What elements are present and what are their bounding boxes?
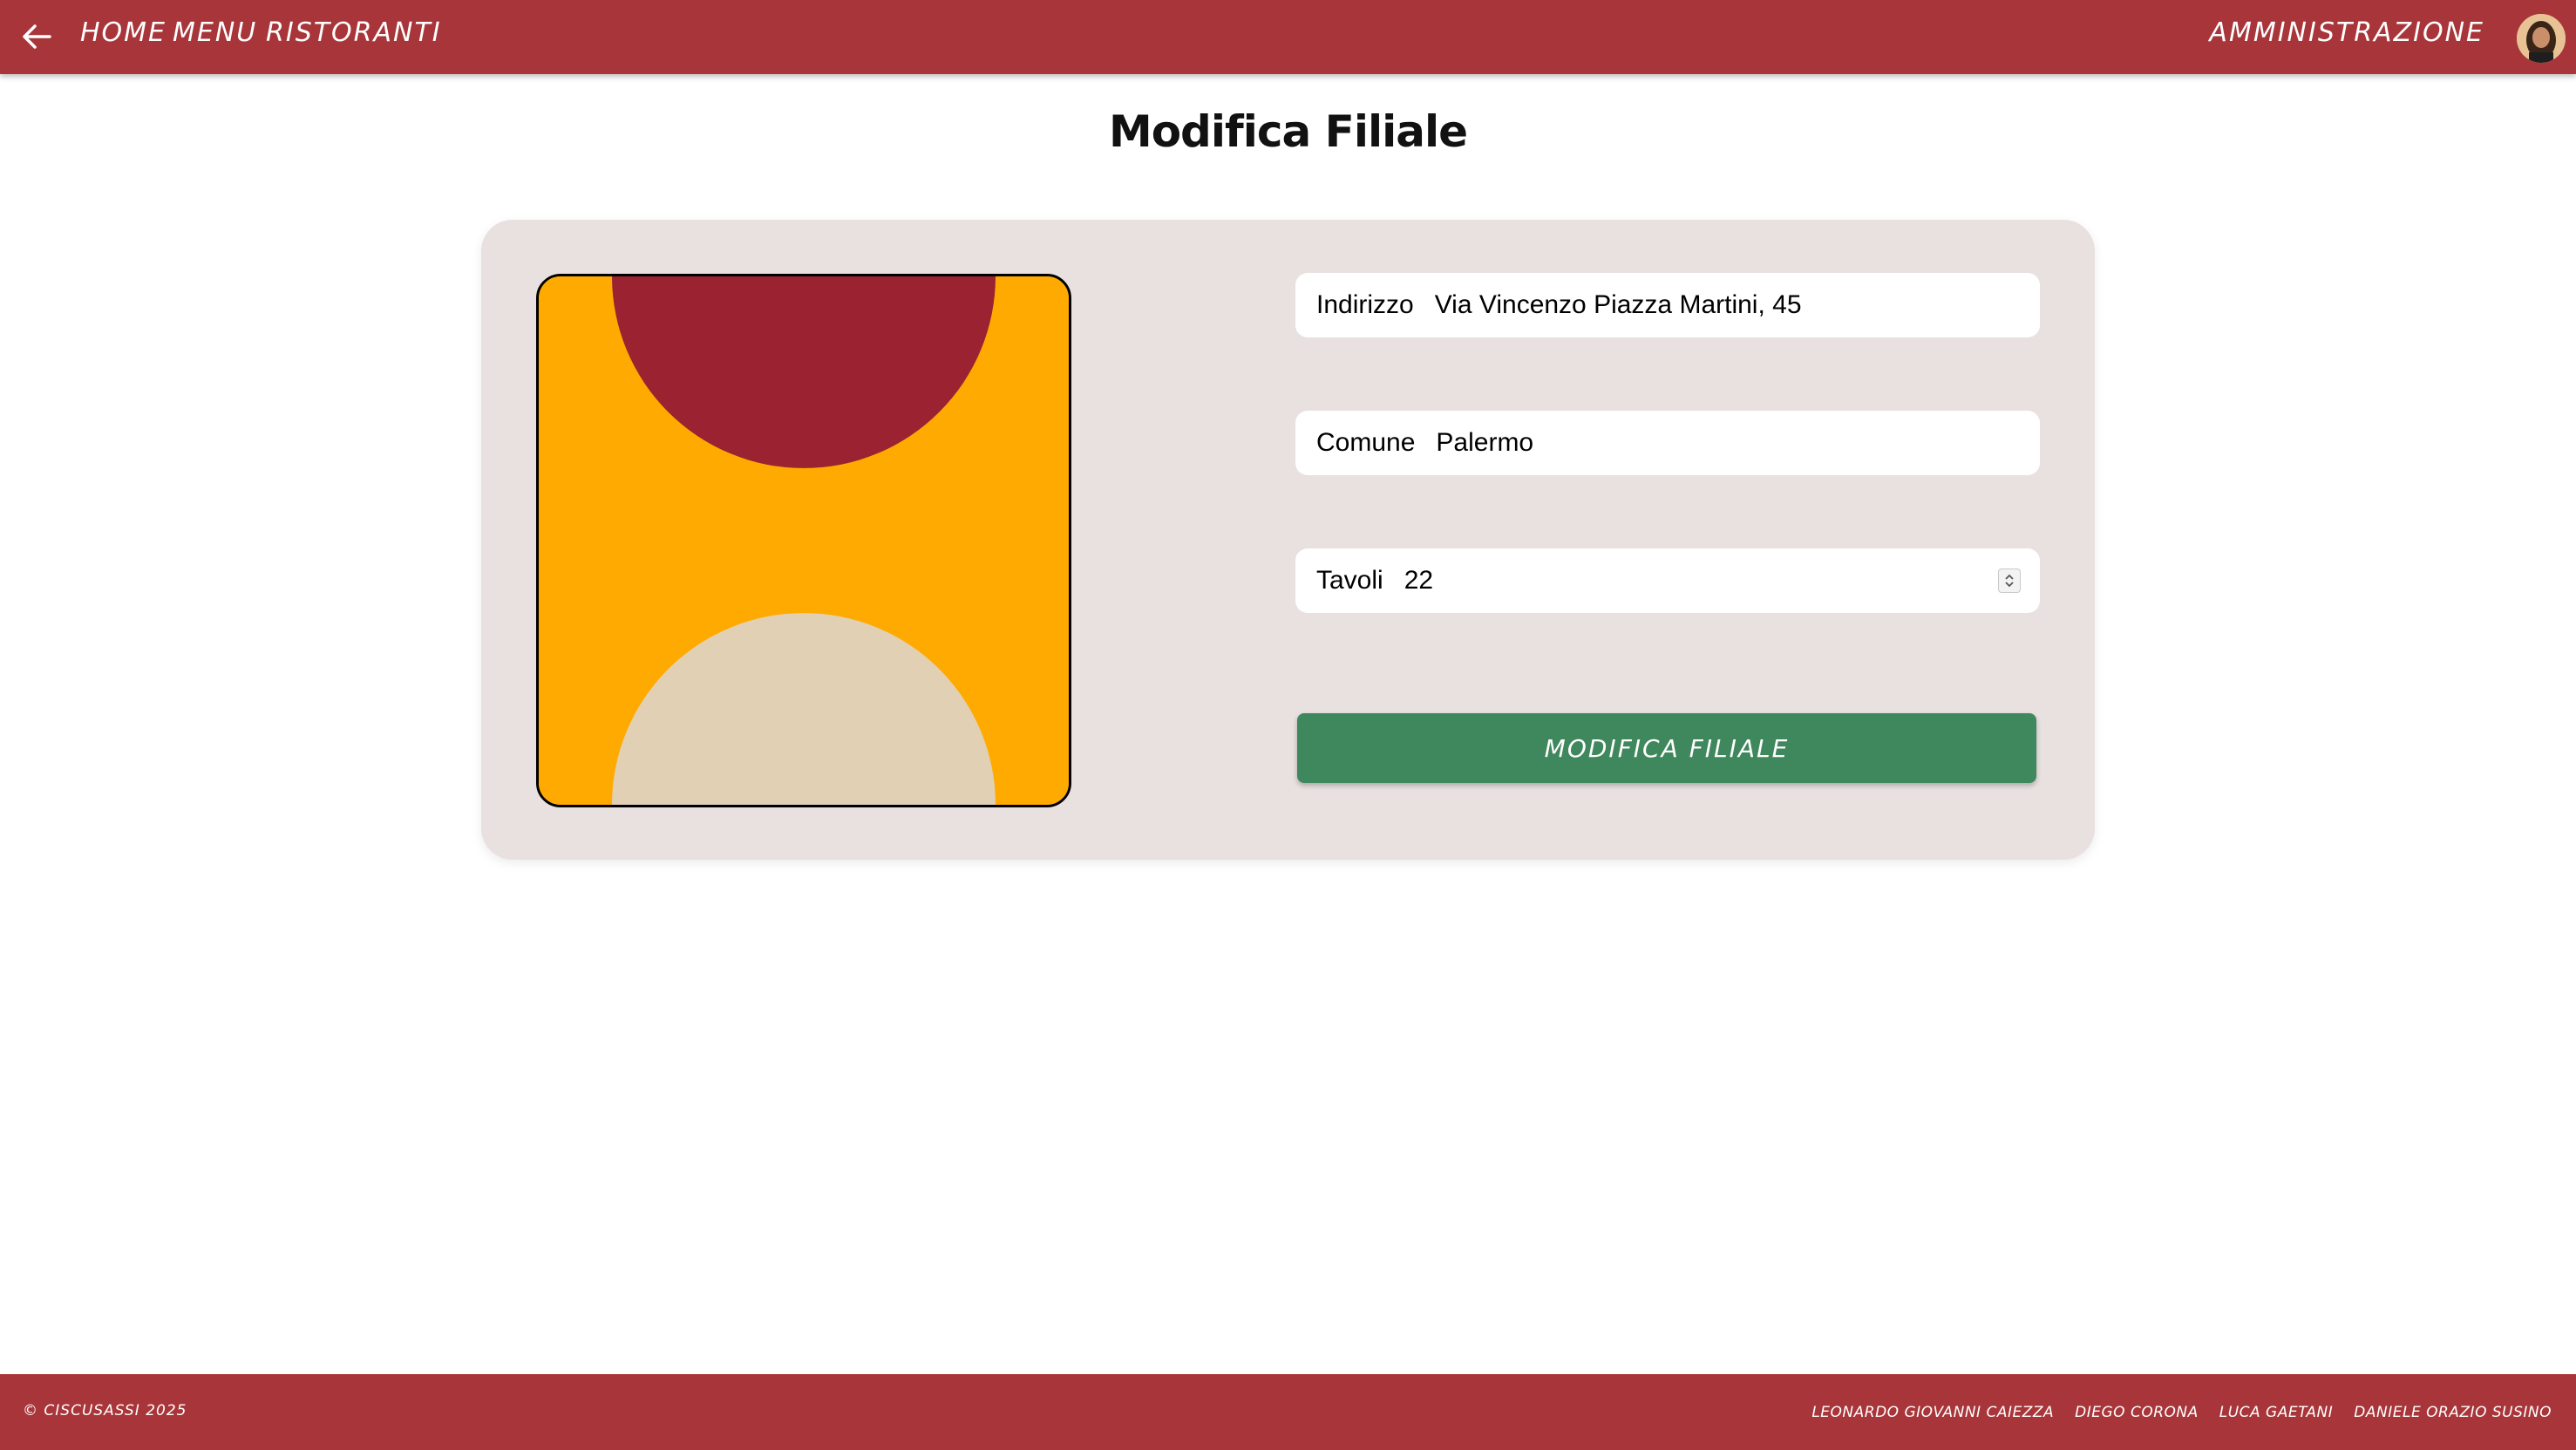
- arrow-left-icon: [23, 24, 51, 49]
- address-input[interactable]: [1434, 273, 2040, 337]
- nav-ristoranti-link[interactable]: RISTORANTI: [266, 17, 442, 48]
- back-button[interactable]: [19, 19, 54, 54]
- author-link[interactable]: LEONARDO GIOVANNI CAIEZZA: [1811, 1404, 2054, 1421]
- copyright-text: © CISCUSASSI 2025: [23, 1402, 187, 1419]
- footer: © CISCUSASSI 2025 LEONARDO GIOVANNI CAIE…: [0, 1374, 2576, 1450]
- address-label: Indirizzo: [1316, 290, 1414, 319]
- city-field[interactable]: Comune: [1295, 411, 2040, 475]
- city-input[interactable]: [1436, 411, 2040, 475]
- nav-home-link[interactable]: HOME: [80, 17, 167, 48]
- nav-admin-link[interactable]: AMMINISTRAZIONE: [2209, 17, 2484, 48]
- branch-image-art: [539, 276, 1069, 805]
- city-label: Comune: [1316, 428, 1416, 457]
- top-navbar: HOME MENU RISTORANTI AMMINISTRAZIONE: [0, 0, 2576, 74]
- user-avatar[interactable]: [2517, 14, 2566, 63]
- tables-label: Tavoli: [1316, 566, 1383, 595]
- tables-field[interactable]: Tavoli: [1295, 548, 2040, 613]
- stepper-arrows-icon: [2005, 574, 2014, 588]
- tables-input[interactable]: [1404, 548, 2040, 613]
- tables-stepper[interactable]: [1998, 568, 2021, 593]
- branch-image[interactable]: [536, 274, 1071, 807]
- modify-branch-button[interactable]: MODIFICA FILIALE: [1297, 713, 2036, 783]
- nav-menu-link[interactable]: MENU: [173, 17, 257, 48]
- avatar-image: [2517, 14, 2566, 63]
- author-link[interactable]: DANIELE ORAZIO SUSINO: [2354, 1404, 2552, 1421]
- address-field[interactable]: Indirizzo: [1295, 273, 2040, 337]
- page-title: Modifica Filiale: [1108, 106, 1468, 157]
- edit-branch-card: Indirizzo Comune Tavoli MODIFICA FILIALE: [481, 220, 2095, 860]
- author-link[interactable]: LUCA GAETANI: [2219, 1404, 2334, 1421]
- author-link[interactable]: DIEGO CORONA: [2075, 1404, 2199, 1421]
- authors-list: LEONARDO GIOVANNI CAIEZZA DIEGO CORONA L…: [1811, 1404, 2552, 1421]
